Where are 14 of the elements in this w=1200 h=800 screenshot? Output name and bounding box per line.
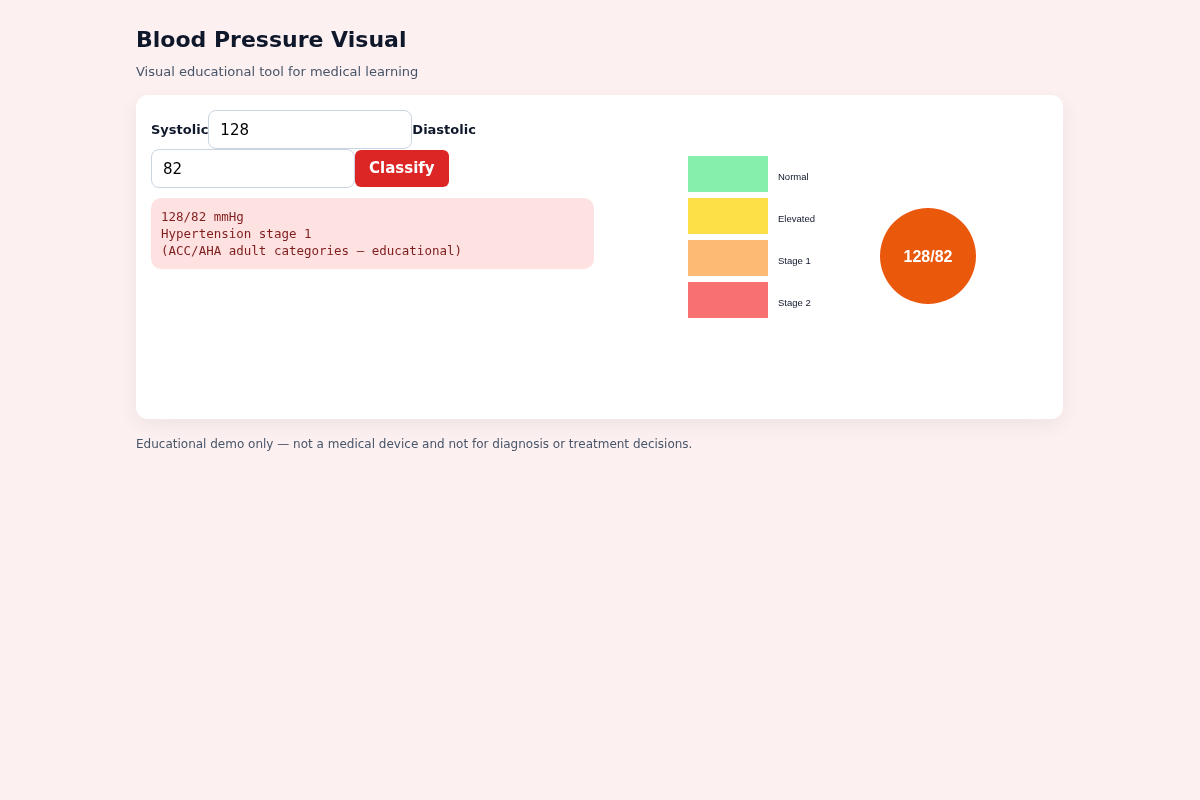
result-panel: 128/82 mmHg Hypertension stage 1 (ACC/AHA adult categories — educational) (151, 198, 594, 269)
category-label: Stage 2 (778, 297, 811, 308)
category-label: Elevated (778, 213, 815, 224)
page-title: Blood Pressure Visual (136, 26, 408, 54)
classify-button[interactable]: Classify (355, 150, 449, 187)
category-label: Normal (778, 171, 809, 182)
diastolic-input[interactable]: 82 (151, 149, 355, 188)
category-label: Stage 1 (778, 255, 811, 266)
reading-circle: 128/82 (880, 208, 976, 304)
systolic-input[interactable]: 128 (208, 110, 413, 149)
page-subtitle: Visual educational tool for medical learning (136, 62, 420, 81)
diastolic-label: Diastolic (412, 120, 476, 139)
systolic-label: Systolic (151, 120, 209, 139)
disclaimer-text: Educational demo only — not a medical device and not for diagnosis or treatment decisions. (136, 436, 694, 453)
